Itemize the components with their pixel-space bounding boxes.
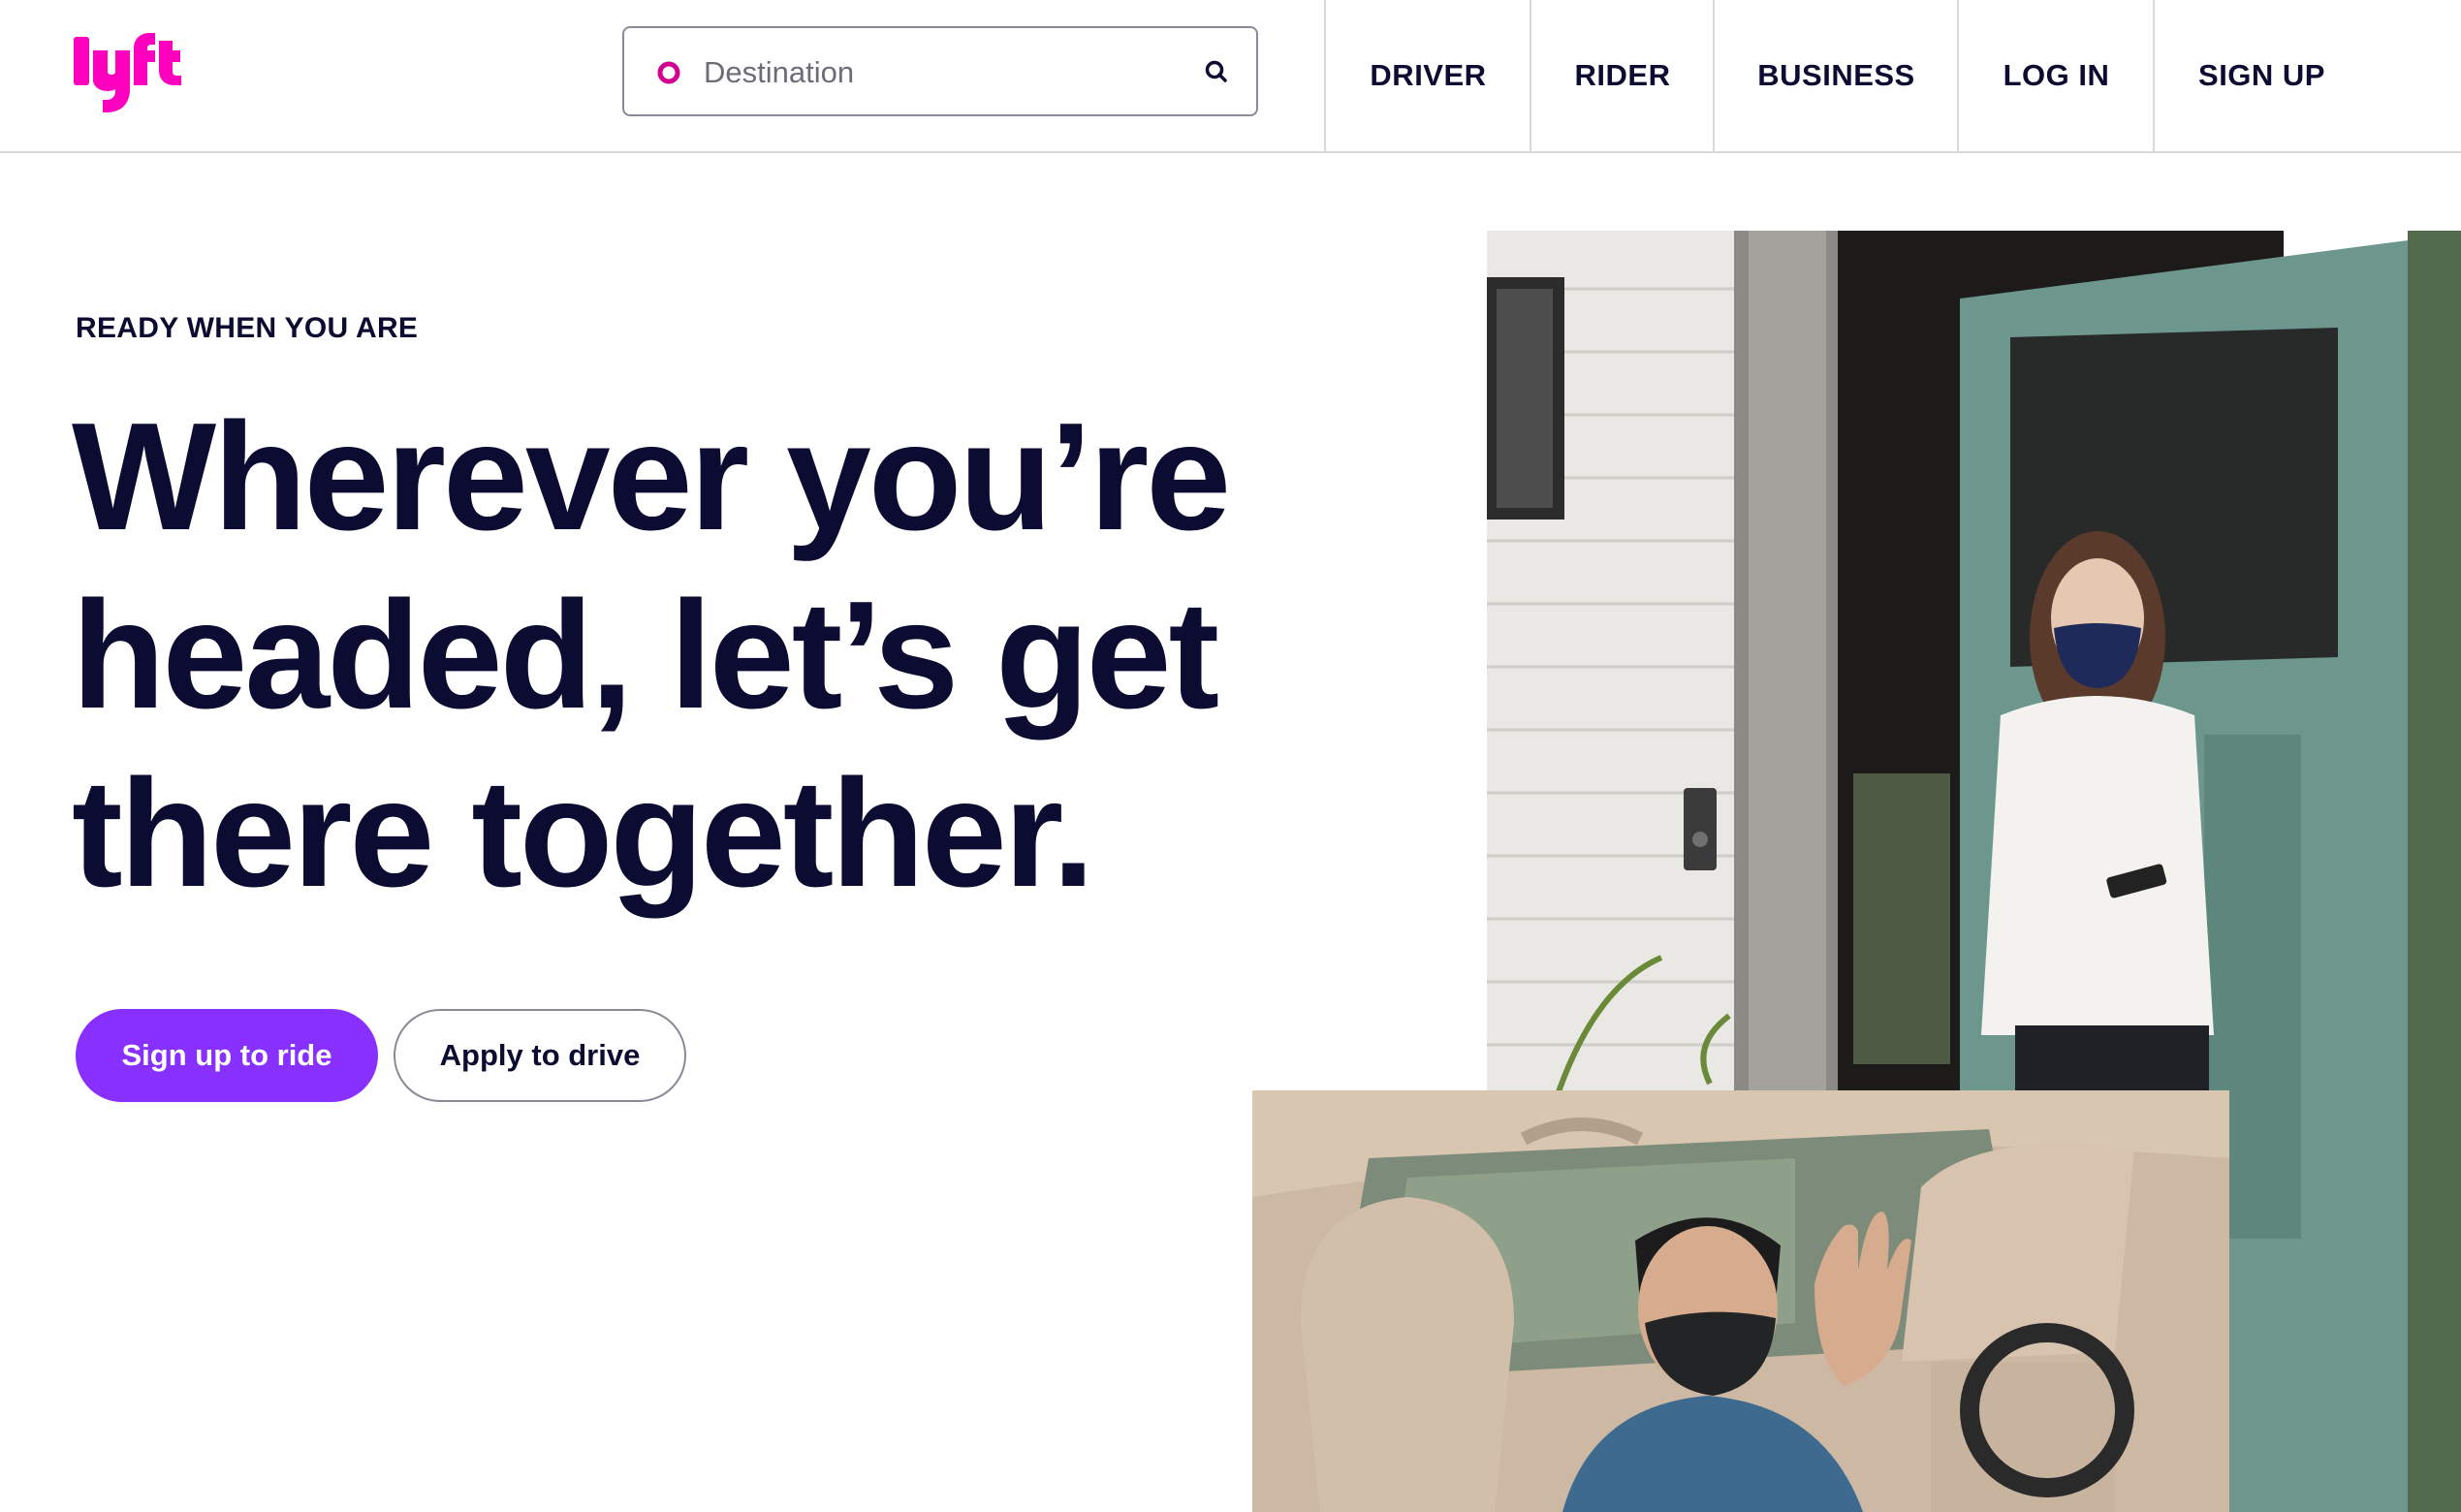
destination-search-box[interactable]	[622, 26, 1258, 116]
top-navigation-bar: DRIVER RIDER BUSINESS LOG IN SIGN UP	[0, 0, 2461, 153]
nav-business-link[interactable]: BUSINESS	[1713, 0, 1958, 151]
destination-input[interactable]	[702, 46, 1171, 100]
lyft-logo-icon	[74, 33, 181, 112]
nav-login-link[interactable]: LOG IN	[1957, 0, 2154, 151]
nav-signup-link[interactable]: SIGN UP	[2153, 0, 2369, 151]
nav-driver-link[interactable]: DRIVER	[1324, 0, 1530, 151]
hero-headline-line-2: headed, let’s get	[72, 570, 1219, 740]
driver-in-mask-waving-photo	[1252, 1090, 2229, 1512]
hero-headline-line-1: Wherever you’re	[72, 392, 1231, 562]
sign-up-to-ride-button[interactable]: Sign up to ride	[76, 1009, 378, 1102]
hero-headline: Wherever you’re headed, let’s get there …	[72, 388, 1274, 923]
apply-to-drive-button[interactable]: Apply to drive	[394, 1009, 686, 1102]
nav-rider-link[interactable]: RIDER	[1530, 0, 1714, 151]
hero-eyebrow: READY WHEN YOU ARE	[76, 312, 419, 344]
search-icon[interactable]	[1204, 59, 1229, 84]
lyft-logo[interactable]	[74, 33, 188, 114]
hero-headline-line-3: there together.	[72, 748, 1094, 919]
location-pin-icon	[657, 61, 680, 84]
